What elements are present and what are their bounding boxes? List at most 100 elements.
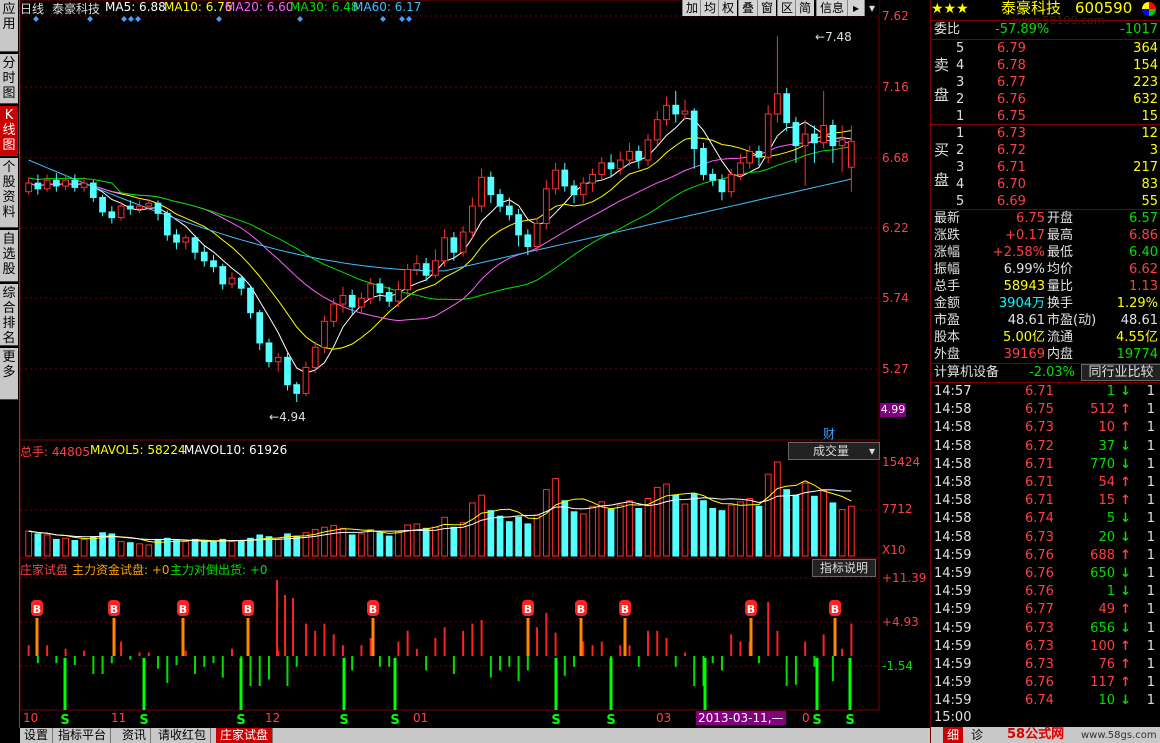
tick-volume: 688 — [1090, 547, 1115, 563]
volume-axis-mid: 7712 — [882, 502, 913, 516]
chart-canvas[interactable]: BBBBBBBBBBSSSSSSSSSS — [19, 0, 880, 728]
left-tab[interactable]: 更多 — [0, 348, 18, 400]
event-marker-icon[interactable] — [399, 16, 405, 22]
tick-row: 14:58 6.71 770 ↓ 1 — [931, 456, 1160, 473]
candle-body — [838, 139, 846, 147]
chart-area[interactable]: BBBBBBBBBBSSSSSSSSSS 日线 泰豪科技 MA5: 6.88 M… — [19, 0, 926, 728]
price-axis-label: 7.62 — [882, 9, 909, 23]
left-tab[interactable]: 分时图 — [0, 54, 18, 104]
finance-marker[interactable]: 财 — [823, 425, 835, 442]
bottom-tab[interactable]: 指标平台 — [54, 728, 112, 743]
toolbar-button[interactable]: 均 — [700, 0, 719, 16]
candle-body — [348, 294, 356, 308]
price-axis-label: 5.74 — [882, 291, 909, 305]
indicator-help-button[interactable]: 指标说明 — [812, 559, 876, 577]
color-wheel-icon[interactable] — [1142, 2, 1156, 16]
candle-body — [173, 234, 180, 243]
sell-signal-letter: S — [236, 713, 245, 728]
tab-diagnose[interactable]: 诊 — [967, 727, 987, 743]
candle-body — [136, 205, 143, 210]
stat-label: 流通 — [1047, 330, 1074, 345]
left-tab[interactable]: 个股资料 — [0, 158, 18, 228]
industry-change: -2.03% — [1029, 365, 1075, 380]
order-price: 6.73 — [997, 126, 1026, 141]
event-marker-icon[interactable] — [380, 16, 386, 22]
arrow-down-icon: ↓ — [1120, 438, 1131, 454]
tick-time: 14:57 — [934, 384, 972, 399]
bottom-tab[interactable]: 设置 — [20, 728, 54, 743]
tick-time: 14:58 — [934, 529, 972, 545]
sell-signal-letter: S — [60, 713, 69, 728]
tick-count: 1 — [1146, 638, 1155, 654]
volume-bar — [681, 503, 689, 557]
toolbar-button[interactable]: 区 — [777, 0, 796, 16]
order-volume: 3 — [1149, 143, 1158, 158]
bottom-tab[interactable]: 庄家试盘 — [216, 728, 274, 743]
pin-icon[interactable]: ▸ — [847, 0, 864, 16]
volume-bar — [413, 523, 421, 557]
stat-row: 涨跌 +0.17 最高 6.86 — [931, 227, 1160, 244]
tab-detail[interactable]: 细 — [943, 727, 964, 743]
tick-volume: 37 — [1098, 438, 1115, 454]
buy-signal-letter: B — [747, 603, 755, 616]
ma10-line — [28, 130, 852, 350]
volume-indicator-select[interactable]: 成交量 ▾ — [788, 442, 880, 460]
volume-bar — [838, 509, 846, 557]
chevron-down-icon[interactable]: ▾ — [864, 0, 879, 16]
candle-body — [616, 159, 624, 170]
weibi-label: 委比 — [934, 22, 961, 37]
stat-label: 最高 — [1047, 228, 1074, 243]
event-marker-icon[interactable] — [135, 16, 141, 22]
arrow-down-icon: ↓ — [1120, 529, 1131, 545]
buy-signal-letter: B — [524, 603, 532, 616]
candle-body — [210, 260, 217, 268]
event-marker-icon[interactable] — [297, 16, 303, 22]
stat-row: 涨幅 +2.58% 最低 6.40 — [931, 244, 1160, 261]
volume-bar — [348, 534, 356, 557]
event-marker-icon[interactable] — [128, 16, 134, 22]
industry-compare-button[interactable]: 同行业比较 — [1081, 364, 1160, 381]
arrow-down-icon: ↓ — [1120, 566, 1131, 581]
candle-body — [505, 205, 513, 216]
event-marker-icon[interactable] — [121, 16, 127, 22]
candle-body — [598, 162, 606, 175]
volume-bar — [62, 537, 69, 557]
toolbar-button[interactable]: 信息 — [816, 0, 847, 16]
candle-body — [561, 169, 569, 187]
event-marker-icon[interactable] — [216, 16, 222, 22]
price-axis-label: 6.68 — [882, 151, 909, 165]
candle-body — [607, 162, 615, 170]
stat-row: 外盘 39169 内盘 19774 — [931, 346, 1160, 363]
sell-side-label: 卖盘 — [934, 56, 950, 104]
mavol10-label: MAVOL10: 61926 — [184, 443, 288, 457]
left-tab[interactable]: 自选股 — [0, 230, 18, 282]
volume-bar — [237, 540, 245, 557]
volume-bar — [515, 516, 522, 557]
candle-body — [829, 124, 837, 147]
tick-volume: 15 — [1098, 493, 1115, 509]
tick-price: 6.76 — [1025, 584, 1054, 600]
event-marker-icon[interactable] — [406, 16, 412, 22]
toolbar-button[interactable]: 简 — [795, 0, 814, 16]
bottom-tab[interactable]: 请收红包 — [154, 728, 212, 743]
tick-volume: 650 — [1090, 566, 1115, 581]
toolbar-button[interactable]: 叠 — [738, 0, 757, 16]
toolbar-button[interactable]: 窗 — [757, 0, 776, 16]
volume-bar — [589, 505, 596, 557]
candle-body — [404, 268, 412, 291]
candle-body — [108, 211, 116, 219]
stat-label: 外盘 — [934, 347, 961, 362]
left-tab[interactable]: 综合排名 — [0, 284, 18, 346]
stat-label: 最新 — [934, 211, 961, 226]
toolbar-button[interactable]: 加 — [682, 0, 701, 16]
left-tab[interactable]: 应用 — [0, 0, 18, 52]
toolbar-button[interactable]: 权 — [718, 0, 737, 16]
stat-label: 最低 — [1047, 245, 1074, 260]
volume-bar — [52, 538, 60, 557]
bottom-tab[interactable]: 资讯 — [118, 728, 152, 743]
tick-count: 1 — [1146, 529, 1155, 545]
stat-label: 换手 — [1047, 296, 1074, 311]
ma60-label: MA60: 6.17 — [353, 0, 422, 14]
left-tab[interactable]: K线图 — [0, 106, 18, 156]
tick-time: 14:59 — [934, 693, 972, 709]
